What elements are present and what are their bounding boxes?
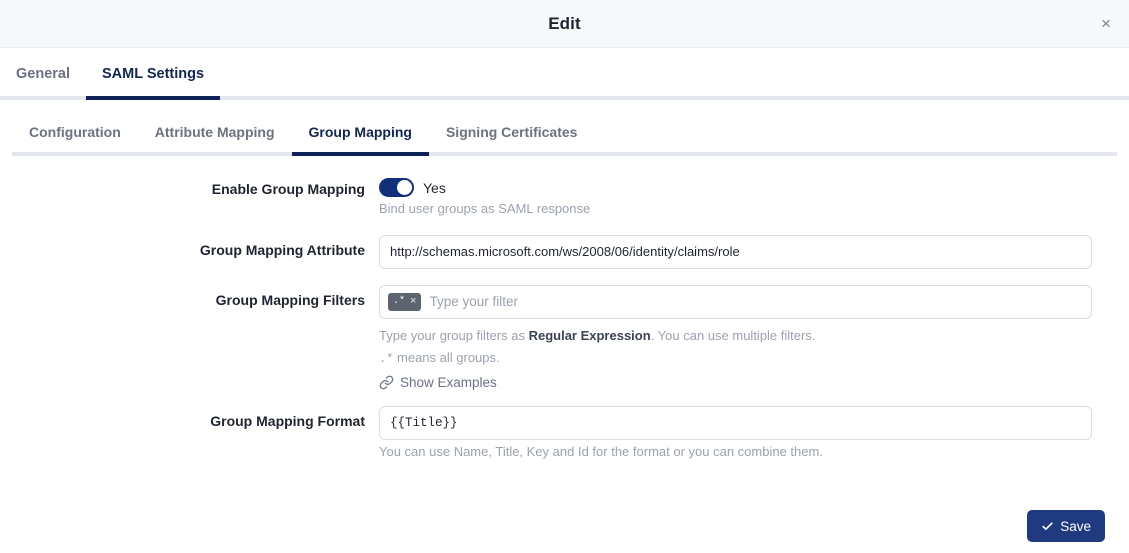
group-mapping-format-label: Group Mapping Format bbox=[0, 406, 379, 429]
filter-chip-remove-icon[interactable]: × bbox=[410, 296, 416, 307]
primary-tabs: General SAML Settings bbox=[0, 48, 1129, 100]
secondary-tabs: Configuration Attribute Mapping Group Ma… bbox=[0, 108, 1129, 156]
tab-configuration[interactable]: Configuration bbox=[12, 108, 138, 156]
save-button-label: Save bbox=[1060, 519, 1091, 534]
close-icon[interactable]: × bbox=[1093, 11, 1119, 37]
group-mapping-format-hint: You can use Name, Title, Key and Id for … bbox=[379, 443, 1092, 462]
toggle-knob bbox=[397, 180, 412, 195]
form-row-enable-group-mapping: Enable Group Mapping Yes Bind user group… bbox=[0, 178, 1129, 219]
tab-saml-settings[interactable]: SAML Settings bbox=[86, 48, 220, 100]
group-mapping-form: Enable Group Mapping Yes Bind user group… bbox=[0, 156, 1129, 462]
filter-input-placeholder: Type your filter bbox=[429, 294, 1083, 309]
toggle-state-label: Yes bbox=[423, 180, 446, 196]
enable-group-mapping-toggle[interactable] bbox=[379, 178, 414, 197]
hint-suffix: . You can use multiple filters. bbox=[651, 328, 816, 343]
group-mapping-attribute-input[interactable] bbox=[379, 235, 1092, 269]
hint-wildcard-token: .* bbox=[379, 352, 393, 366]
hint-regular-expression: Regular Expression bbox=[529, 328, 651, 343]
hint-wildcard-rest: means all groups. bbox=[393, 350, 499, 365]
group-mapping-filters-hint-line1: Type your group filters as Regular Expre… bbox=[379, 327, 1092, 346]
check-icon bbox=[1041, 520, 1054, 533]
tab-configuration-label: Configuration bbox=[29, 124, 121, 140]
tab-signing-certificates-label: Signing Certificates bbox=[446, 124, 577, 140]
enable-group-mapping-control: Yes Bind user groups as SAML response bbox=[379, 178, 1092, 219]
form-row-group-mapping-filters: Group Mapping Filters .* × Type your fil… bbox=[0, 285, 1129, 390]
tab-signing-certificates[interactable]: Signing Certificates bbox=[429, 108, 594, 156]
tab-group-mapping[interactable]: Group Mapping bbox=[292, 108, 429, 156]
group-mapping-filters-hint-line2: .* means all groups. bbox=[379, 349, 1092, 368]
group-mapping-filters-label: Group Mapping Filters bbox=[0, 285, 379, 308]
tab-saml-settings-label: SAML Settings bbox=[102, 66, 204, 82]
modal-header: Edit × bbox=[0, 0, 1129, 48]
filter-chip-label: .* bbox=[393, 297, 405, 307]
link-icon bbox=[379, 375, 394, 390]
page-title: Edit bbox=[548, 14, 581, 34]
group-mapping-filters-control: .* × Type your filter Type your group fi… bbox=[379, 285, 1092, 390]
tab-attribute-mapping-label: Attribute Mapping bbox=[155, 124, 275, 140]
tab-general[interactable]: General bbox=[0, 48, 86, 100]
form-row-group-mapping-attribute: Group Mapping Attribute bbox=[0, 235, 1129, 269]
group-mapping-format-input[interactable] bbox=[379, 406, 1092, 440]
group-mapping-attribute-label: Group Mapping Attribute bbox=[0, 235, 379, 258]
enable-group-mapping-toggle-wrap: Yes bbox=[379, 178, 1092, 197]
hint-prefix: Type your group filters as bbox=[379, 328, 529, 343]
group-mapping-filters-input[interactable]: .* × Type your filter bbox=[379, 285, 1092, 319]
enable-group-mapping-label: Enable Group Mapping bbox=[0, 178, 379, 197]
modal-footer: Save bbox=[1027, 510, 1105, 542]
tab-general-label: General bbox=[16, 66, 70, 82]
tab-attribute-mapping[interactable]: Attribute Mapping bbox=[138, 108, 292, 156]
group-mapping-attribute-control bbox=[379, 235, 1092, 269]
save-button[interactable]: Save bbox=[1027, 510, 1105, 542]
tab-group-mapping-label: Group Mapping bbox=[309, 124, 412, 140]
filter-chip: .* × bbox=[388, 293, 421, 311]
show-examples-link[interactable]: Show Examples bbox=[379, 375, 497, 390]
enable-group-mapping-hint: Bind user groups as SAML response bbox=[379, 200, 1092, 219]
show-examples-label: Show Examples bbox=[400, 375, 497, 390]
group-mapping-format-control: You can use Name, Title, Key and Id for … bbox=[379, 406, 1092, 462]
form-row-group-mapping-format: Group Mapping Format You can use Name, T… bbox=[0, 406, 1129, 462]
